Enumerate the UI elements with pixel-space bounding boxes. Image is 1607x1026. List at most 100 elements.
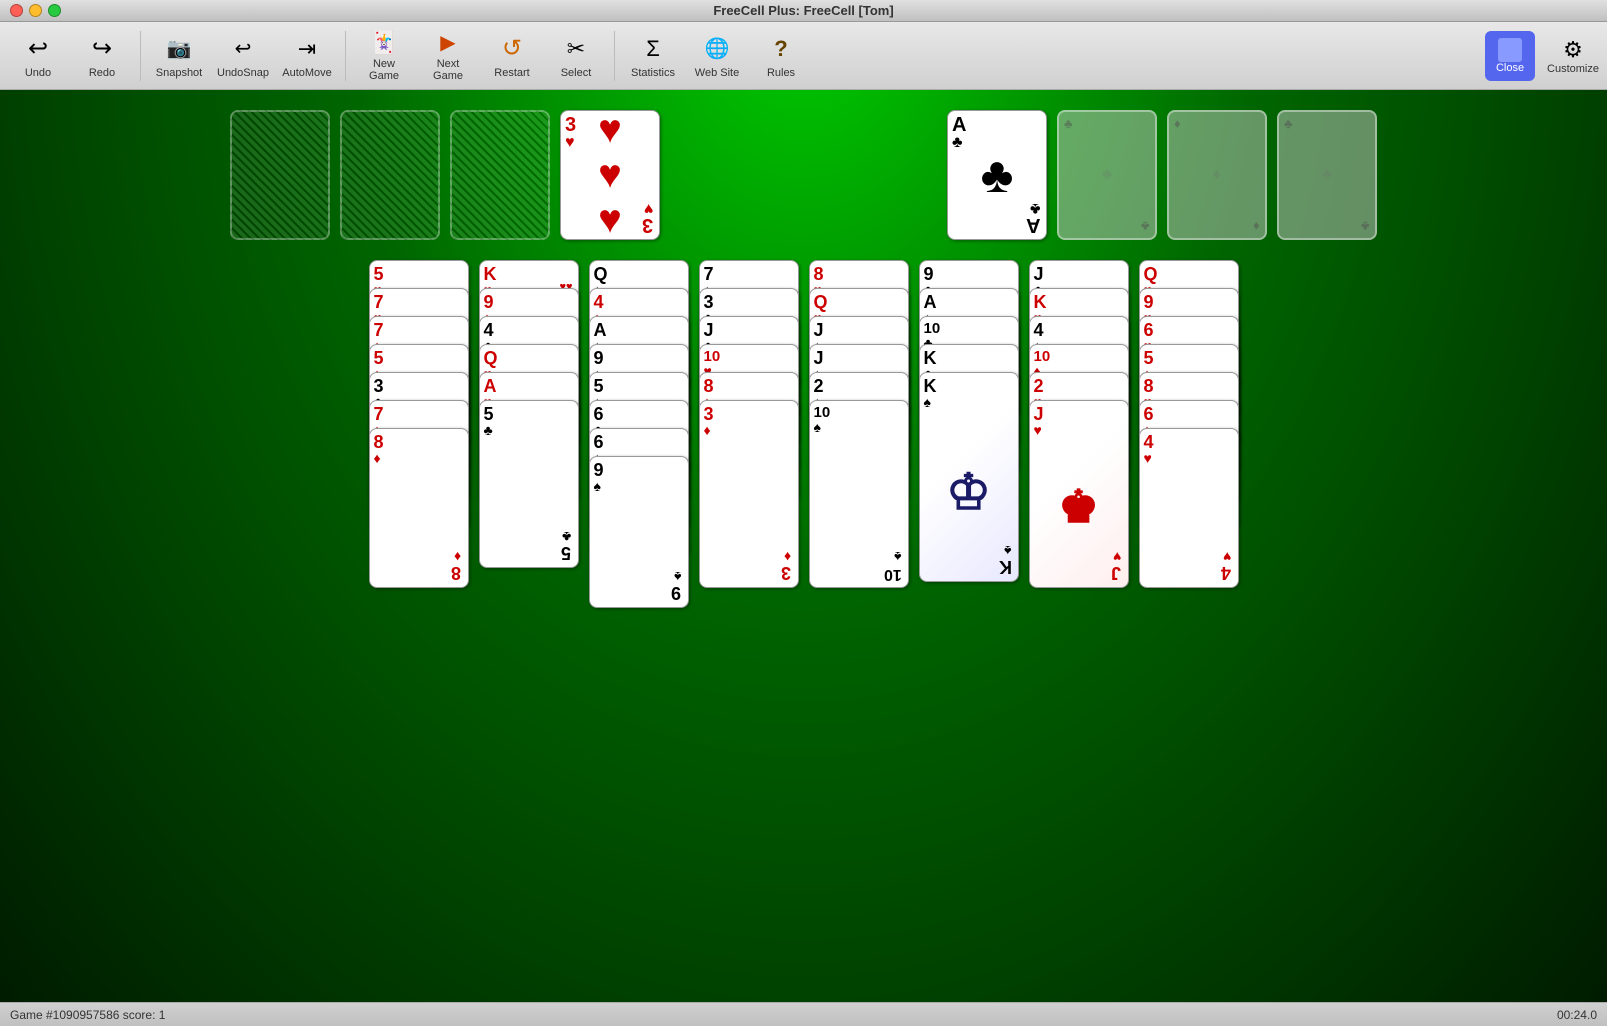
foundation-3[interactable]: ♦ ♦ ♦ bbox=[1167, 110, 1267, 240]
rules-button[interactable]: Rules bbox=[751, 26, 811, 86]
undo-label: Undo bbox=[25, 67, 51, 79]
card-4h[interactable]: 4♥ 4 ♥ bbox=[1139, 428, 1239, 588]
card-center-suit: ♣ bbox=[981, 146, 1014, 204]
close-label: Close bbox=[1496, 62, 1524, 74]
foundation-1-card[interactable]: A ♣ ♣ A ♣ bbox=[947, 110, 1047, 240]
foundation-corner: ♦ bbox=[1174, 116, 1181, 131]
foundation-corner: ♣ bbox=[1064, 116, 1073, 131]
automove-label: AutoMove bbox=[282, 67, 332, 79]
column-6: 9♣ A♠ 10♣ K♣ K♠ ♔ K ♠ bbox=[919, 260, 1019, 660]
undo-button[interactable]: Undo bbox=[8, 26, 68, 86]
statistics-label: Statistics bbox=[631, 67, 675, 79]
timer: 00:24.0 bbox=[1557, 1008, 1597, 1022]
card-10s[interactable]: 10♠ 10 ♠ bbox=[809, 400, 909, 588]
foundation-suit: ♦ bbox=[1213, 166, 1221, 184]
nextgame-icon bbox=[432, 30, 464, 56]
foundations: A ♣ ♣ A ♣ ♣ ♣ ♣ ♦ ♦ ♦ ♣ ♣ ♣ bbox=[947, 110, 1377, 240]
foundation-4[interactable]: ♣ ♣ ♣ bbox=[1277, 110, 1377, 240]
foundation-suit: ♣ bbox=[1322, 166, 1333, 184]
redo-button[interactable]: Redo bbox=[72, 26, 132, 86]
card-rank-bottom: 3 bbox=[642, 215, 653, 235]
free-cells: 3 ♥ ♥♥♥ 3 ♥ bbox=[230, 110, 660, 240]
nextgame-label: Next Game bbox=[422, 58, 474, 82]
close-window-button[interactable] bbox=[10, 4, 23, 17]
customize-label: Customize bbox=[1547, 63, 1599, 75]
select-icon bbox=[560, 33, 592, 65]
titlebar: FreeCell Plus: FreeCell [Tom] bbox=[0, 0, 1607, 22]
statusbar: Game #1090957586 score: 1 00:24.0 bbox=[0, 1002, 1607, 1026]
card-5c[interactable]: 5♣ 5 ♣ bbox=[479, 400, 579, 568]
snapshot-button[interactable]: Snapshot bbox=[149, 26, 209, 86]
toolbar-separator-3 bbox=[614, 31, 615, 81]
card-suit-bottom: ♥ bbox=[644, 199, 654, 217]
foundation-corner-br: ♦ bbox=[1253, 219, 1260, 234]
restart-icon bbox=[496, 33, 528, 65]
toolbar-separator-2 bbox=[345, 31, 346, 81]
nextgame-button[interactable]: Next Game bbox=[418, 26, 478, 86]
restart-label: Restart bbox=[494, 67, 529, 79]
card-ks-face[interactable]: K♠ ♔ K ♠ bbox=[919, 372, 1019, 582]
rules-label: Rules bbox=[767, 67, 795, 79]
freecell-1[interactable] bbox=[230, 110, 330, 240]
foundation-2[interactable]: ♣ ♣ ♣ bbox=[1057, 110, 1157, 240]
column-2: K♥ ♥♥ 9♦ 4♣ Q♥ A♥ 5♣ 5 ♣ bbox=[479, 260, 579, 660]
foundation-corner-br: ♣ bbox=[1141, 219, 1150, 234]
newgame-icon: 🃏 bbox=[368, 30, 400, 56]
customize-icon bbox=[1563, 37, 1583, 63]
window-title: FreeCell Plus: FreeCell [Tom] bbox=[713, 3, 893, 18]
column-5: 8♥ Q♥ J♠ J♠ 2♠ 10♠ 10 ♠ bbox=[809, 260, 909, 660]
foundation-corner: ♣ bbox=[1284, 116, 1293, 131]
toolbar: Undo Redo Snapshot UndoSnap AutoMove 🃏 N… bbox=[0, 22, 1607, 90]
card-3d[interactable]: 3♦ 3 ♦ bbox=[699, 400, 799, 588]
column-4: 7♠ 3♣ J♣ 10♥ 8♦ 3♦ 3 ♦ bbox=[699, 260, 799, 660]
select-label: Select bbox=[561, 67, 592, 79]
foundation-corner-br: ♣ bbox=[1361, 219, 1370, 234]
undosnap-label: UndoSnap bbox=[217, 67, 269, 79]
foundation-suit: ♣ bbox=[1102, 166, 1113, 184]
card-8d[interactable]: 8♦ 8 ♦ bbox=[369, 428, 469, 588]
snapshot-label: Snapshot bbox=[156, 67, 202, 79]
columns: 5♥ 7♥ 7♦ 5♦ 3♣ 7♦ 8♦ 8 ♦ bbox=[0, 260, 1607, 660]
maximize-window-button[interactable] bbox=[48, 4, 61, 17]
column-8: Q♥ 9♥ 6♥ 5♦ 8♥ 6♦ 4♥ 4 ♥ bbox=[1139, 260, 1239, 660]
select-button[interactable]: Select bbox=[546, 26, 606, 86]
column-1: 5♥ 7♥ 7♦ 5♦ 3♣ 7♦ 8♦ 8 ♦ bbox=[369, 260, 469, 660]
website-button[interactable]: Web Site bbox=[687, 26, 747, 86]
card-suit-bottom: ♣ bbox=[1030, 199, 1041, 217]
card-center-suit: ♥♥♥ bbox=[598, 108, 622, 243]
close-button[interactable]: Close bbox=[1485, 31, 1535, 81]
website-icon bbox=[701, 33, 733, 65]
statistics-button[interactable]: Statistics bbox=[623, 26, 683, 86]
redo-icon bbox=[86, 33, 118, 65]
automove-icon bbox=[291, 33, 323, 65]
website-label: Web Site bbox=[695, 67, 739, 79]
restart-button[interactable]: Restart bbox=[482, 26, 542, 86]
freecell-4-card[interactable]: 3 ♥ ♥♥♥ 3 ♥ bbox=[560, 110, 660, 240]
freecell-2[interactable] bbox=[340, 110, 440, 240]
redo-label: Redo bbox=[89, 67, 115, 79]
minimize-window-button[interactable] bbox=[29, 4, 42, 17]
toolbar-separator-1 bbox=[140, 31, 141, 81]
freecell-3[interactable] bbox=[450, 110, 550, 240]
undosnap-icon bbox=[227, 33, 259, 65]
column-7: J♣ K♥ 4♠ 10♦ 2♥ J♥ ♚ J ♥ bbox=[1029, 260, 1129, 660]
card-rank-bottom: A bbox=[1026, 215, 1040, 235]
top-row: 3 ♥ ♥♥♥ 3 ♥ A ♣ ♣ A ♣ ♣ ♣ ♣ bbox=[0, 100, 1607, 250]
snapshot-icon bbox=[163, 33, 195, 65]
card-9s2[interactable]: 9♠ 9 ♠ bbox=[589, 456, 689, 608]
column-3: Q♠ 4♦ A♠ 9♠ 5♠ 6♣ 6♠ 9♠ 9 ♠ bbox=[589, 260, 689, 660]
automove-button[interactable]: AutoMove bbox=[277, 26, 337, 86]
card-jh-face[interactable]: J♥ ♚ J ♥ bbox=[1029, 400, 1129, 588]
undo-icon bbox=[22, 33, 54, 65]
statistics-icon bbox=[637, 33, 669, 65]
window-buttons bbox=[10, 4, 61, 17]
game-area: 3 ♥ ♥♥♥ 3 ♥ A ♣ ♣ A ♣ ♣ ♣ ♣ bbox=[0, 90, 1607, 1002]
rules-icon bbox=[765, 33, 797, 65]
customize-button[interactable]: Customize bbox=[1547, 37, 1599, 75]
card-rank: A bbox=[952, 115, 1042, 135]
newgame-button[interactable]: 🃏 New Game bbox=[354, 26, 414, 86]
close-icon bbox=[1498, 38, 1522, 62]
game-info: Game #1090957586 score: 1 bbox=[10, 1008, 165, 1022]
newgame-label: New Game bbox=[358, 58, 410, 82]
undosnap-button[interactable]: UndoSnap bbox=[213, 26, 273, 86]
